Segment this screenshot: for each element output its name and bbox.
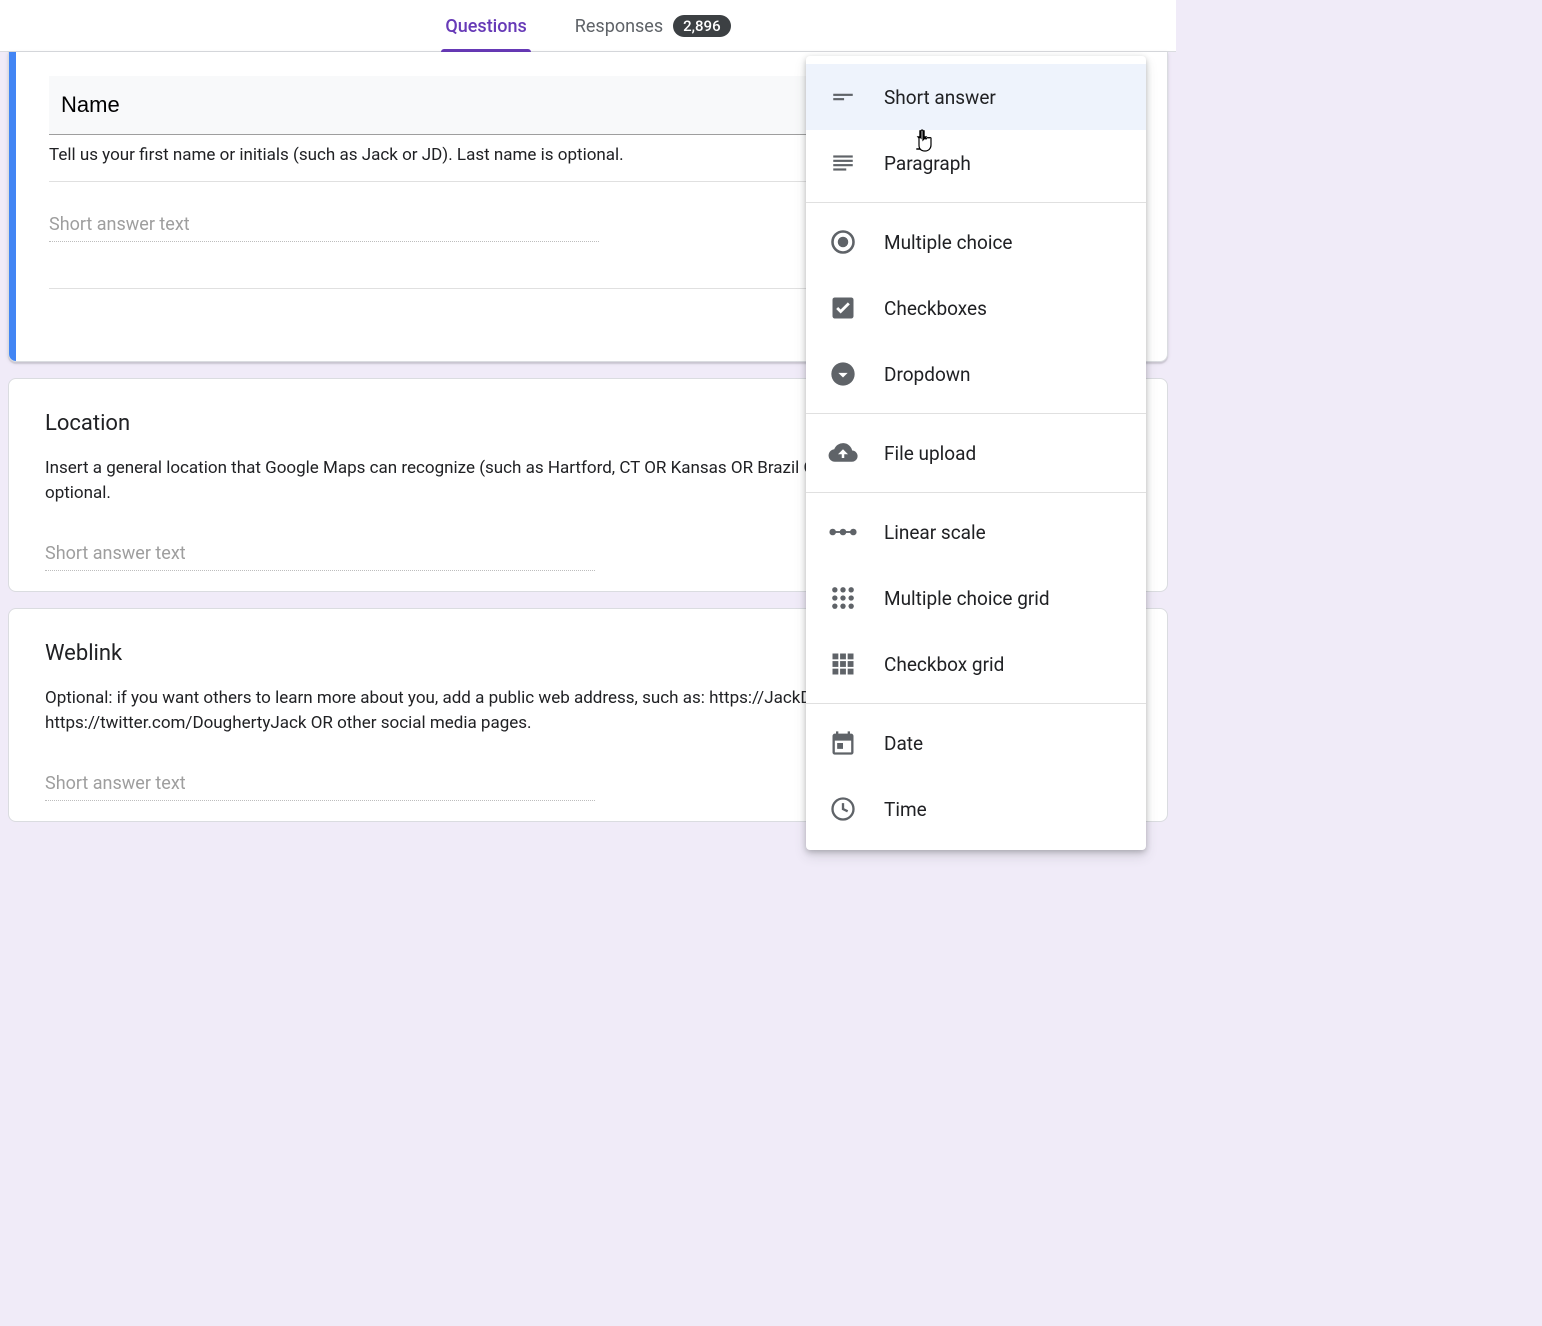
menu-item-file-upload[interactable]: File upload [806,420,1146,486]
menu-item-paragraph[interactable]: Paragraph [806,130,1146,196]
menu-separator [806,413,1146,414]
radio-icon [828,227,858,257]
responses-count-badge: 2,896 [673,15,730,37]
menu-item-time[interactable]: Time [806,776,1146,842]
menu-item-label: Time [884,798,927,821]
menu-item-label: Checkboxes [884,297,987,320]
square-grid-icon [828,649,858,679]
menu-item-date[interactable]: Date [806,710,1146,776]
menu-item-label: Checkbox grid [884,653,1004,676]
menu-item-label: Multiple choice [884,231,1012,254]
calendar-icon [828,728,858,758]
menu-item-label: File upload [884,442,976,465]
menu-item-short-answer[interactable]: Short answer [806,64,1146,130]
tab-questions[interactable]: Questions [441,16,530,51]
menu-item-checkbox-grid[interactable]: Checkbox grid [806,631,1146,697]
tab-responses-label: Responses [575,16,663,37]
short-answer-preview: Short answer text [49,214,599,242]
editor-tabs: Questions Responses 2,896 [0,0,1176,52]
menu-item-label: Linear scale [884,521,986,544]
menu-item-checkboxes[interactable]: Checkboxes [806,275,1146,341]
menu-item-label: Date [884,732,923,755]
menu-item-mc-grid[interactable]: Multiple choice grid [806,565,1146,631]
linear-scale-icon [828,517,858,547]
tab-questions-label: Questions [445,16,526,37]
menu-item-dropdown[interactable]: Dropdown [806,341,1146,407]
paragraph-icon [828,148,858,178]
menu-item-label: Short answer [884,86,996,109]
menu-item-label: Paragraph [884,152,971,175]
question-type-menu: Short answer Paragraph Multiple choice C… [806,56,1146,850]
dropdown-icon [828,359,858,389]
menu-item-multiple-choice[interactable]: Multiple choice [806,209,1146,275]
short-answer-preview: Short answer text [45,773,595,801]
menu-item-label: Multiple choice grid [884,587,1050,610]
short-answer-preview: Short answer text [45,543,595,571]
menu-separator [806,703,1146,704]
tab-responses[interactable]: Responses 2,896 [571,15,735,51]
menu-item-linear-scale[interactable]: Linear scale [806,499,1146,565]
checkbox-icon [828,293,858,323]
short-answer-icon [828,82,858,112]
cloud-upload-icon [828,438,858,468]
menu-separator [806,202,1146,203]
clock-icon [828,794,858,824]
menu-item-label: Dropdown [884,363,971,386]
dot-grid-icon [828,583,858,613]
menu-separator [806,492,1146,493]
